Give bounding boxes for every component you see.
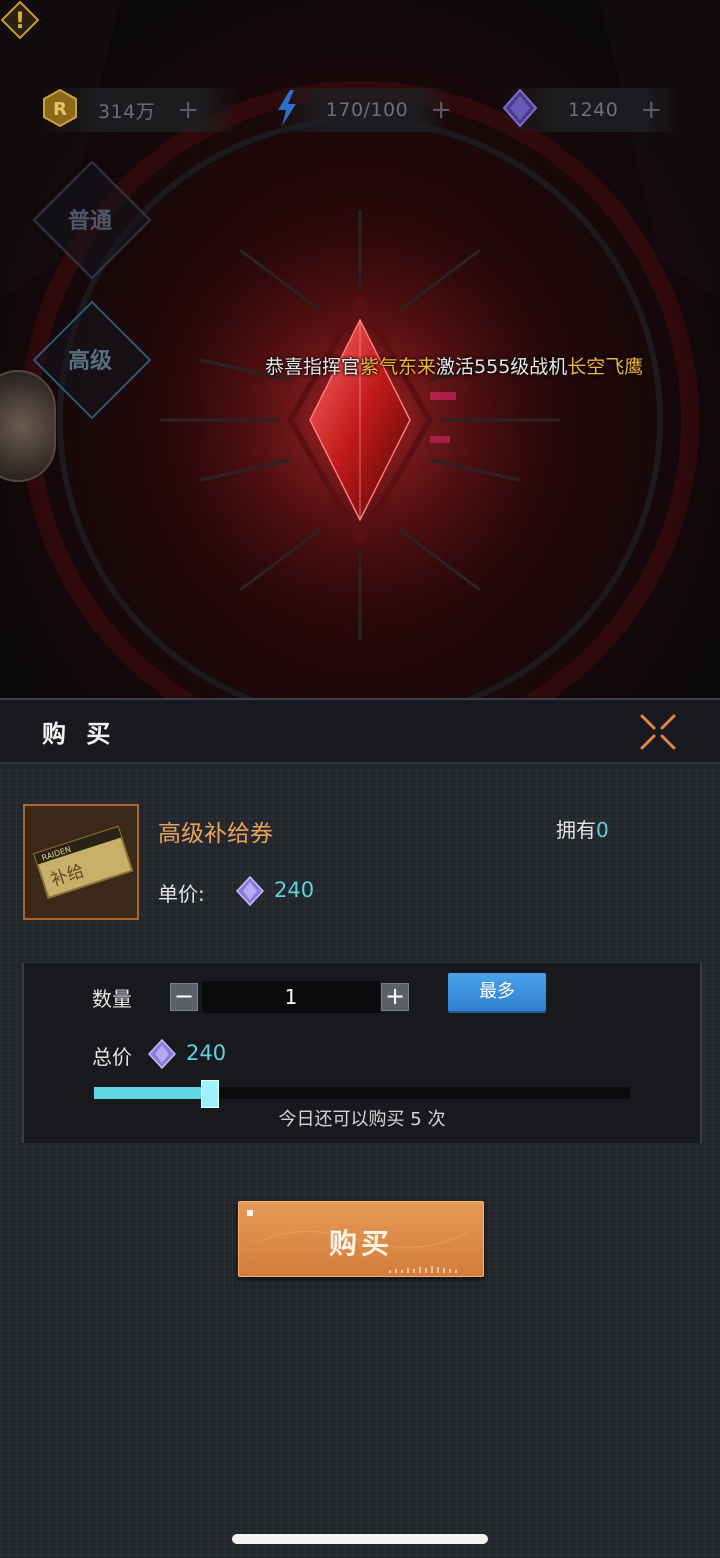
add-gems-button[interactable]: + (640, 95, 662, 125)
coin-value: 314万 (98, 100, 156, 123)
r-coin-icon: R (40, 88, 80, 130)
quantity-slider[interactable] (94, 1080, 630, 1108)
close-icon[interactable] (636, 712, 680, 752)
buy-button-label: 购买 (328, 1227, 393, 1260)
quantity-input[interactable] (202, 981, 380, 1013)
announcement-plane: 长空飞鹰 (567, 356, 644, 378)
normal-mode-button[interactable]: 普通 (40, 203, 140, 235)
announcement-player: 紫气东来 (360, 356, 437, 378)
buy-button[interactable]: 购买 (238, 1201, 484, 1277)
supply-ticket-icon: RAIDEN 补给 (25, 806, 137, 918)
unit-price-value: 240 (274, 878, 315, 902)
coin-resource: R 314万 + (40, 88, 240, 132)
unit-price-label: 单价: (158, 882, 205, 906)
announcement-ticker: 恭喜指挥官紫气东来激活555级战机长空飞鹰 (265, 352, 643, 379)
gem-icon (500, 88, 540, 130)
increase-quantity-button[interactable]: + (381, 983, 409, 1011)
total-price-value: 240 (186, 1041, 227, 1065)
svg-text:!: ! (15, 9, 25, 34)
energy-value: 170/100 (325, 99, 409, 121)
dialog-title: 购 买 (42, 720, 117, 748)
decrease-quantity-button[interactable]: − (170, 983, 198, 1011)
item-name: 高级补给券 (158, 821, 273, 847)
home-indicator[interactable] (232, 1534, 488, 1544)
energy-resource: 170/100 + (272, 88, 452, 132)
add-energy-button[interactable]: + (430, 95, 452, 125)
quantity-label: 数量 (92, 987, 132, 1011)
announcement-prefix: 恭喜指挥官 (265, 356, 361, 378)
max-quantity-button[interactable]: 最多 (448, 973, 546, 1011)
quantity-panel: 数量 − + 最多 总价 240 今日还可以购买 5 次 (22, 963, 702, 1143)
owned-count: 拥有0 (556, 814, 609, 843)
gem-icon (236, 876, 264, 906)
dialog-header: 购 买 (0, 698, 720, 764)
slider-handle[interactable] (201, 1080, 220, 1108)
gem-value: 1240 (568, 99, 619, 121)
warning-icon[interactable]: ! (0, 0, 40, 40)
svg-text:R: R (53, 99, 67, 120)
side-drawer-handle[interactable] (0, 370, 56, 482)
add-coins-button[interactable]: + (177, 95, 199, 125)
total-price-label: 总价 (92, 1045, 132, 1069)
item-thumbnail: RAIDEN 补给 (23, 804, 139, 920)
owned-label: 拥有 (556, 818, 596, 842)
remaining-purchases-text: 今日还可以购买 5 次 (278, 1109, 446, 1130)
gem-icon (148, 1039, 176, 1069)
lightning-icon (272, 90, 308, 130)
advanced-mode-button[interactable]: 高级 (40, 343, 140, 375)
game-background: R 314万 + 170/100 + 1240 + 普通 高级 ! 恭喜指挥官紫… (0, 0, 720, 700)
announcement-middle: 激活555级战机 (436, 356, 568, 378)
slider-fill (94, 1087, 202, 1099)
owned-value: 0 (596, 818, 609, 842)
gem-resource: 1240 + (500, 88, 680, 132)
purchase-dialog: 购 买 RAIDEN 补给 高级补给券 拥有0 单价: 240 数量 − 1 +… (0, 698, 720, 1558)
